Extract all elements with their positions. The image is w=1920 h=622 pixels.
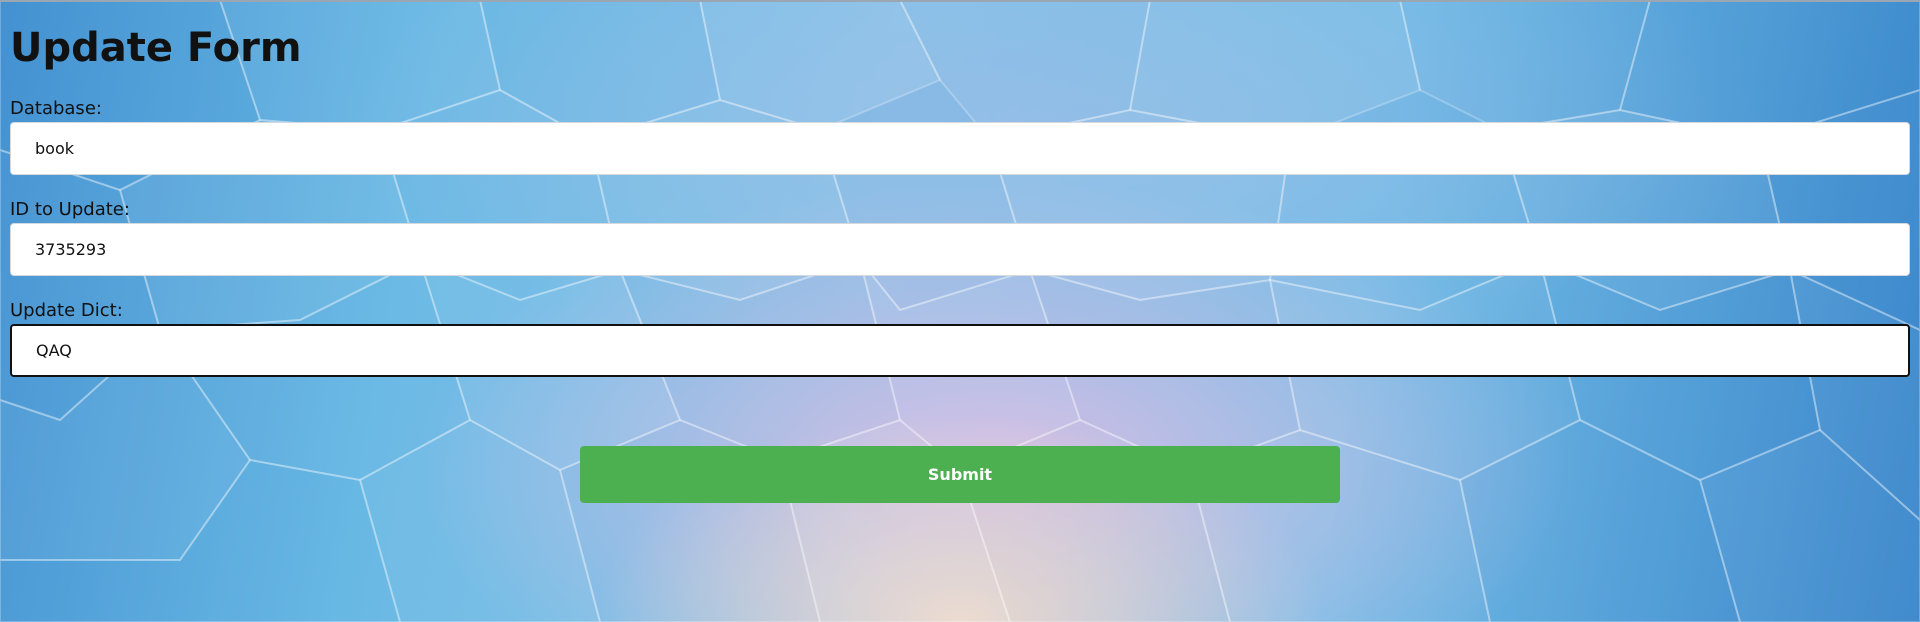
database-input[interactable]	[10, 122, 1910, 175]
id-to-update-input[interactable]	[10, 223, 1910, 276]
submit-button[interactable]: Submit	[580, 446, 1340, 503]
update-form: Update Form Database: ID to Update: Upda…	[10, 22, 1910, 399]
update-dict-input[interactable]	[10, 324, 1910, 377]
window-top-border	[0, 0, 1920, 2]
database-label: Database:	[10, 98, 102, 119]
update-dict-label: Update Dict:	[10, 300, 123, 321]
id-to-update-label: ID to Update:	[10, 199, 130, 220]
page-title: Update Form	[10, 25, 302, 71]
